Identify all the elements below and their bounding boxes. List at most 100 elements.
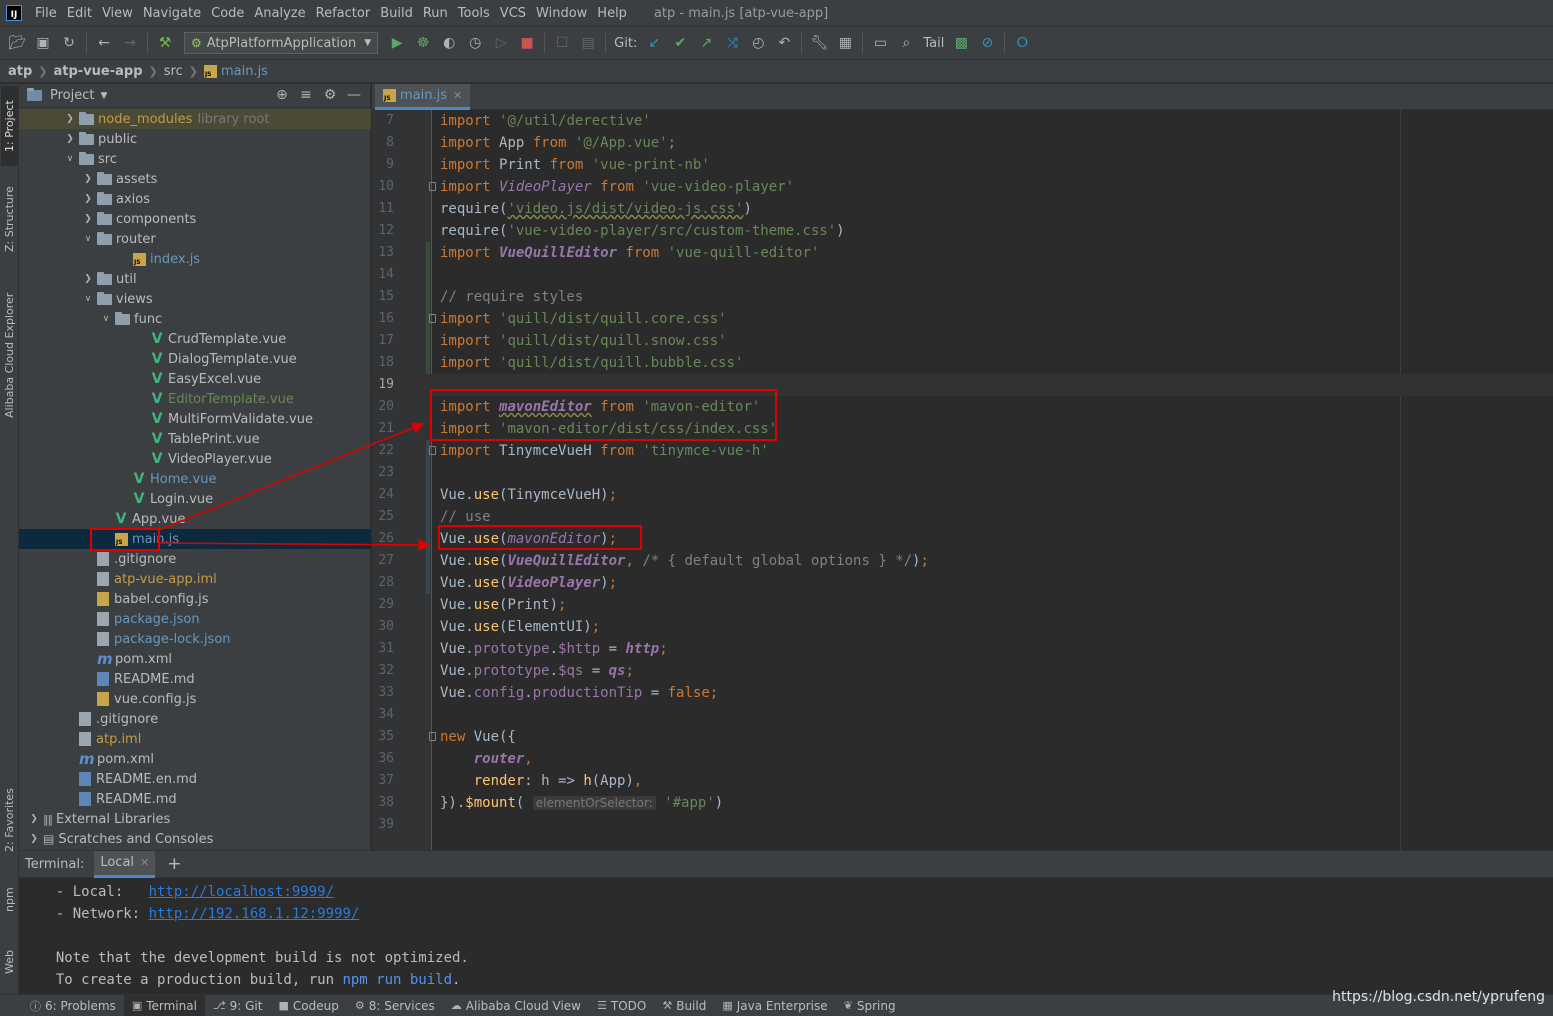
code-line[interactable]: 21 import 'mavon-editor/dist/css/index.cs… bbox=[372, 418, 1553, 440]
status-tab-6-problems[interactable]: ⓘ 6: Problems bbox=[22, 995, 124, 1016]
tree-item[interactable]: V CrudTemplate.vue bbox=[19, 329, 371, 349]
chevron-right-icon[interactable]: ❯ bbox=[79, 194, 97, 204]
tree-item[interactable]: V Home.vue bbox=[19, 469, 371, 489]
code-line[interactable]: 16 import 'quill/dist/quill.core.css' bbox=[372, 308, 1553, 330]
no-entry-icon[interactable]: ⊘ bbox=[976, 32, 998, 54]
git-commit-icon[interactable]: ✔ bbox=[669, 32, 691, 54]
chevron-down-icon[interactable]: ∨ bbox=[79, 234, 97, 244]
chevron-right-icon[interactable]: ❯ bbox=[61, 134, 79, 144]
tool-tab-structure[interactable]: Z: Structure bbox=[1, 174, 18, 264]
code-line[interactable]: 10 import VideoPlayer from 'vue-video-pla… bbox=[372, 176, 1553, 198]
code-line[interactable]: 36 router, bbox=[372, 748, 1553, 770]
terminal-command[interactable]: npm run build bbox=[342, 972, 452, 988]
project-panel-title[interactable]: Project bbox=[50, 88, 94, 103]
menu-item-analyze[interactable]: Analyze bbox=[249, 6, 310, 21]
fold-marker-icon[interactable] bbox=[429, 446, 436, 455]
code-line[interactable]: 12 require('vue-video-player/src/custom-t… bbox=[372, 220, 1553, 242]
tree-item[interactable]: ❯ assets bbox=[19, 169, 371, 189]
tree-item[interactable]: package.json bbox=[19, 609, 371, 629]
save-all-icon[interactable]: ▣ bbox=[32, 32, 54, 54]
terminal-link[interactable]: http://192.168.1.12:9999/ bbox=[149, 906, 360, 922]
tree-item[interactable]: vue.config.js bbox=[19, 689, 371, 709]
fold-marker-icon[interactable] bbox=[429, 732, 436, 741]
chevron-down-icon[interactable]: ∨ bbox=[97, 314, 115, 324]
status-tab-8-services[interactable]: ⚙ 8: Services bbox=[347, 995, 443, 1016]
git-merge-icon[interactable]: ⤨ bbox=[721, 32, 743, 54]
chevron-right-icon[interactable]: ❯ bbox=[79, 274, 97, 284]
close-icon[interactable]: ✕ bbox=[140, 856, 149, 869]
code-line[interactable]: 37 render: h => h(App), bbox=[372, 770, 1553, 792]
run-configuration-select[interactable]: ⚙ AtpPlatformApplication ▼ bbox=[184, 32, 379, 54]
tree-item[interactable]: ∨ views bbox=[19, 289, 371, 309]
code-line[interactable]: 9 import Print from 'vue-print-nb' bbox=[372, 154, 1553, 176]
menu-item-window[interactable]: Window bbox=[531, 6, 592, 21]
tree-item[interactable]: V EasyExcel.vue bbox=[19, 369, 371, 389]
code-line[interactable]: 35 new Vue({ bbox=[372, 726, 1553, 748]
code-line[interactable]: 39 bbox=[372, 814, 1553, 836]
code-line[interactable]: 8 import App from '@/App.vue'; bbox=[372, 132, 1553, 154]
tree-item[interactable]: package-lock.json bbox=[19, 629, 371, 649]
vcs-change-marker[interactable] bbox=[426, 572, 430, 594]
project-structure-icon[interactable]: ▦ bbox=[834, 32, 856, 54]
code-line[interactable]: 27 Vue.use(VueQuillEditor, /* { default g… bbox=[372, 550, 1553, 572]
tool-tab-favorites[interactable]: 2: Favorites bbox=[1, 780, 18, 860]
tree-item[interactable]: ❯ ‖‖ External Libraries bbox=[19, 809, 371, 829]
terminal-link[interactable]: http://localhost:9999/ bbox=[149, 884, 334, 900]
layout-icon[interactable]: ▤ bbox=[577, 32, 599, 54]
menu-item-edit[interactable]: Edit bbox=[62, 6, 97, 21]
chevron-right-icon[interactable]: ❯ bbox=[25, 834, 43, 844]
resume-icon[interactable]: ▷ bbox=[490, 32, 512, 54]
code-line[interactable]: 11 require('video.js/dist/video-js.css') bbox=[372, 198, 1553, 220]
tree-item[interactable]: ∨ router bbox=[19, 229, 371, 249]
status-tab-alibaba-cloud-view[interactable]: ☁ Alibaba Cloud View bbox=[443, 995, 589, 1016]
breadcrumb-item[interactable]: atp bbox=[8, 64, 32, 79]
chevron-right-icon[interactable]: ❯ bbox=[79, 174, 97, 184]
tree-item[interactable]: V App.vue bbox=[19, 509, 371, 529]
status-tab-9-git[interactable]: ⎇ 9: Git bbox=[205, 995, 271, 1016]
code-line[interactable]: 19 bbox=[372, 374, 1553, 396]
alibaba-cloud-icon[interactable]: ⭘ bbox=[1011, 32, 1033, 54]
vcs-change-marker[interactable] bbox=[426, 286, 430, 308]
code-line[interactable]: 28 Vue.use(VideoPlayer); bbox=[372, 572, 1553, 594]
code-line[interactable]: 30 Vue.use(ElementUI); bbox=[372, 616, 1553, 638]
menu-item-help[interactable]: Help bbox=[592, 6, 632, 21]
back-arrow-icon[interactable]: ← bbox=[93, 32, 115, 54]
tree-item[interactable]: V TablePrint.vue bbox=[19, 429, 371, 449]
vcs-change-marker[interactable] bbox=[426, 352, 430, 374]
menu-item-file[interactable]: File bbox=[30, 6, 62, 21]
breadcrumb-item[interactable]: src bbox=[164, 64, 183, 79]
tree-item[interactable]: ∨ src bbox=[19, 149, 371, 169]
tree-item[interactable]: main.js bbox=[19, 529, 371, 549]
menu-item-navigate[interactable]: Navigate bbox=[138, 6, 206, 21]
code-editor[interactable]: 7 import '@/util/derective' 8 import App fr… bbox=[372, 110, 1553, 850]
tree-item[interactable]: m pom.xml bbox=[19, 749, 371, 769]
code-line[interactable]: 14 bbox=[372, 264, 1553, 286]
tree-item[interactable]: ❯ node_modules library root bbox=[19, 109, 371, 129]
vcs-change-marker[interactable] bbox=[426, 484, 430, 506]
code-line[interactable]: 38}).$mount( elementOrSelector: '#app') bbox=[372, 792, 1553, 814]
code-line[interactable]: 23 bbox=[372, 462, 1553, 484]
breadcrumb-item[interactable]: atp-vue-app bbox=[54, 64, 143, 79]
menu-item-build[interactable]: Build bbox=[375, 6, 418, 21]
tree-item[interactable]: README.md bbox=[19, 789, 371, 809]
tree-item[interactable]: V EditorTemplate.vue bbox=[19, 389, 371, 409]
code-line[interactable]: 15 // require styles bbox=[372, 286, 1553, 308]
tree-item[interactable]: .gitignore bbox=[19, 709, 371, 729]
vcs-change-marker[interactable] bbox=[426, 330, 430, 352]
search-icon[interactable]: ⌕ bbox=[895, 32, 917, 54]
vcs-change-marker[interactable] bbox=[426, 462, 430, 484]
vcs-change-marker[interactable] bbox=[426, 506, 430, 528]
tree-item[interactable]: V VideoPlayer.vue bbox=[19, 449, 371, 469]
breadcrumb-item[interactable]: main.js bbox=[221, 64, 268, 79]
chevron-right-icon[interactable]: ❯ bbox=[79, 214, 97, 224]
gear-icon[interactable]: ⚙ bbox=[318, 87, 342, 103]
stop-icon[interactable]: ■ bbox=[516, 32, 538, 54]
vcs-change-marker[interactable] bbox=[426, 528, 430, 550]
status-tab-spring[interactable]: ❦ Spring bbox=[836, 995, 904, 1016]
chevron-down-icon[interactable]: ∨ bbox=[61, 154, 79, 164]
sync-icon[interactable]: ↻ bbox=[58, 32, 80, 54]
tool-tab-alibaba-cloud-explorer[interactable]: Alibaba Cloud Explorer bbox=[1, 280, 18, 430]
tree-item[interactable]: babel.config.js bbox=[19, 589, 371, 609]
tree-item[interactable]: V DialogTemplate.vue bbox=[19, 349, 371, 369]
tree-item[interactable]: README.md bbox=[19, 669, 371, 689]
